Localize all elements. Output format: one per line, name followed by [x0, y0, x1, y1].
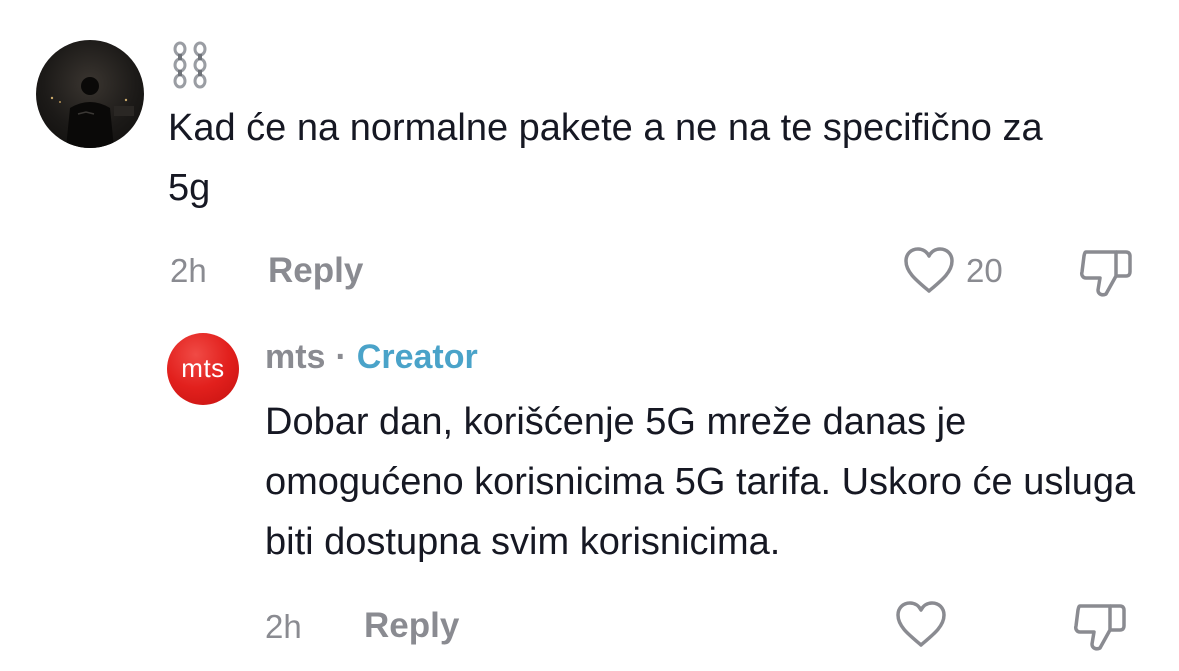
chain-icon [173, 41, 207, 89]
person-silhouette-avatar [50, 77, 134, 148]
comment-header: mts · Creator [265, 338, 478, 377]
comment-username[interactable]: mts [265, 338, 325, 377]
reply-button[interactable]: Reply [268, 251, 363, 291]
chevron-down-icon [1092, 0, 1110, 4]
thumbs-down-outline-icon[interactable] [1078, 246, 1134, 300]
heart-outline-icon[interactable] [894, 600, 948, 650]
reply-button[interactable]: Reply [364, 606, 459, 646]
comment-text: Dobar dan, korišćenje 5G mreže danas je … [265, 401, 1136, 563]
comment-timestamp: 2h [265, 608, 302, 645]
comment-username[interactable]: ⛓️ [168, 40, 212, 90]
like-count: 20 [966, 252, 1003, 289]
thumbs-down-outline-icon[interactable] [1072, 600, 1128, 654]
comment-timestamp: 2h [170, 252, 207, 289]
avatar-logo-text: mts [181, 352, 225, 383]
heart-outline-icon[interactable] [902, 246, 956, 296]
comment-text: Kad će na normalne pakete a ne na te spe… [168, 107, 1043, 209]
creator-badge: Creator [356, 338, 478, 376]
creator-avatar[interactable]: mts [167, 333, 239, 405]
avatar[interactable] [36, 40, 144, 148]
separator-dot: · [335, 338, 347, 376]
